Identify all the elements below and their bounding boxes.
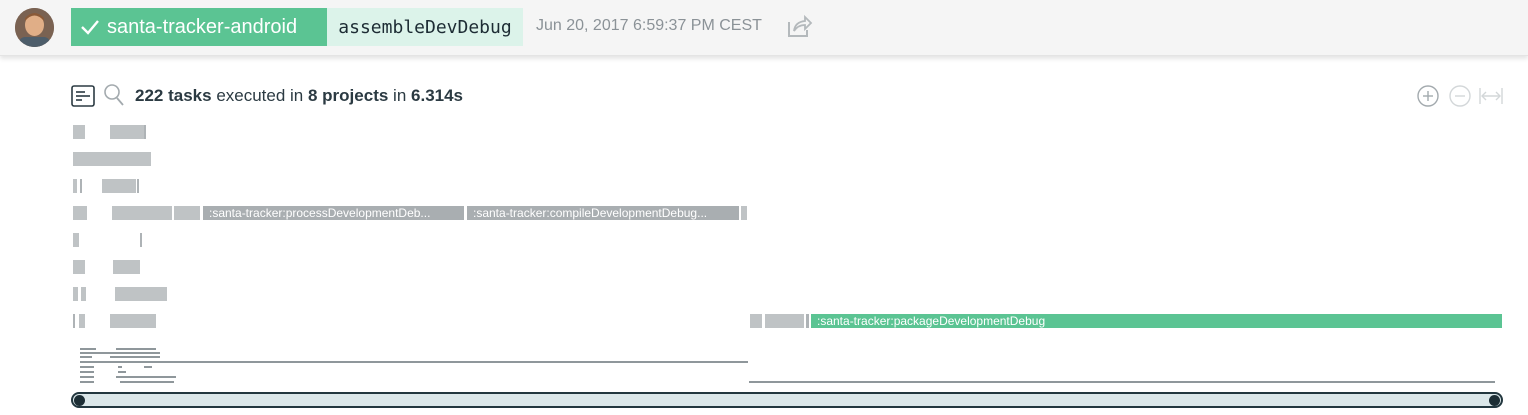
build-timestamp: Jun 20, 2017 6:59:37 PM CEST: [536, 17, 762, 34]
minimap-bar: [80, 376, 94, 378]
task-block[interactable]: [80, 179, 82, 193]
search-button[interactable]: [103, 83, 125, 112]
task-block[interactable]: [174, 206, 200, 220]
minimap-bar: [116, 376, 176, 378]
task-block[interactable]: [73, 179, 77, 193]
range-end-handle[interactable]: [1489, 395, 1500, 406]
task-block[interactable]: [73, 287, 78, 301]
task-block[interactable]: [102, 179, 136, 193]
task-block[interactable]: [113, 260, 140, 274]
search-icon: [104, 84, 124, 106]
zoom-out-icon: [1449, 85, 1471, 107]
fit-width-button[interactable]: [1478, 84, 1504, 113]
list-view-button[interactable]: [71, 84, 95, 113]
task-block[interactable]: [79, 314, 85, 328]
minimap-bar: [80, 366, 94, 368]
task-block[interactable]: [81, 287, 86, 301]
share-button[interactable]: [785, 12, 813, 45]
task-block[interactable]: [112, 206, 172, 220]
check-icon: [81, 20, 99, 35]
build-summary: 222 tasks executed in 8 projects in 6.31…: [135, 86, 463, 106]
task-block[interactable]: [73, 314, 75, 328]
range-start-handle[interactable]: [74, 395, 85, 406]
list-icon: [71, 85, 95, 107]
build-duration: 6.314s: [411, 86, 464, 105]
task-block[interactable]: [110, 125, 144, 139]
task-block[interactable]: [73, 206, 87, 220]
task-block[interactable]: [806, 314, 809, 328]
task-timeline: :santa-tracker:processDevelopmentDeb... …: [0, 120, 1528, 335]
task-package-development[interactable]: :santa-tracker:packageDevelopmentDebug: [811, 314, 1502, 328]
task-block[interactable]: [110, 314, 156, 328]
minimap-bar: [118, 371, 126, 373]
project-badge[interactable]: santa-tracker-android: [71, 8, 327, 46]
task-block[interactable]: [741, 206, 747, 220]
task-block[interactable]: [140, 233, 142, 247]
minimap-bar: [116, 348, 156, 350]
summary-in-label: in: [393, 86, 407, 105]
task-block[interactable]: [73, 233, 79, 247]
minimap-bar: [118, 366, 122, 368]
minimap-bar: [80, 361, 748, 363]
minimap-bar: [110, 356, 160, 358]
minimap-bar: [80, 381, 94, 383]
task-process-development[interactable]: :santa-tracker:processDevelopmentDeb...: [203, 206, 464, 220]
share-icon: [788, 14, 813, 37]
avatar[interactable]: [15, 8, 54, 47]
minimap-bar: [80, 352, 160, 354]
zoom-in-button[interactable]: [1416, 84, 1440, 113]
task-block[interactable]: [73, 260, 85, 274]
fit-width-icon: [1479, 88, 1503, 104]
build-header: santa-tracker-android assembleDevDebug J…: [0, 0, 1528, 56]
timeline-range-scrollbar[interactable]: [71, 392, 1503, 408]
minimap-bar: [80, 371, 94, 373]
projects-count: 8 projects: [308, 86, 389, 105]
task-block[interactable]: [73, 125, 85, 139]
project-name: santa-tracker-android: [107, 15, 298, 38]
minimap-bar: [80, 356, 92, 358]
zoom-out-button[interactable]: [1448, 84, 1472, 113]
task-block[interactable]: [73, 152, 151, 166]
minimap-bar: [120, 381, 174, 383]
summary-executed-label: executed in: [216, 86, 304, 105]
task-block[interactable]: [137, 179, 139, 193]
minimap-bar: [144, 366, 152, 368]
zoom-in-icon: [1417, 85, 1439, 107]
task-compile-development[interactable]: :santa-tracker:compileDevelopmentDebug..…: [467, 206, 739, 220]
avatar-image: [15, 8, 54, 47]
summary-bar: 222 tasks executed in 8 projects in 6.31…: [70, 82, 1510, 110]
tasks-count: 222 tasks: [135, 86, 212, 105]
task-block[interactable]: [750, 314, 762, 328]
task-name: assembleDevDebug: [338, 16, 512, 38]
minimap-bar: [80, 348, 96, 350]
timeline-minimap[interactable]: [70, 343, 1510, 391]
task-block[interactable]: [115, 287, 167, 301]
task-badge[interactable]: assembleDevDebug: [327, 8, 523, 46]
task-block[interactable]: [765, 314, 804, 328]
minimap-bar: [749, 381, 1495, 383]
task-block[interactable]: [144, 125, 146, 139]
